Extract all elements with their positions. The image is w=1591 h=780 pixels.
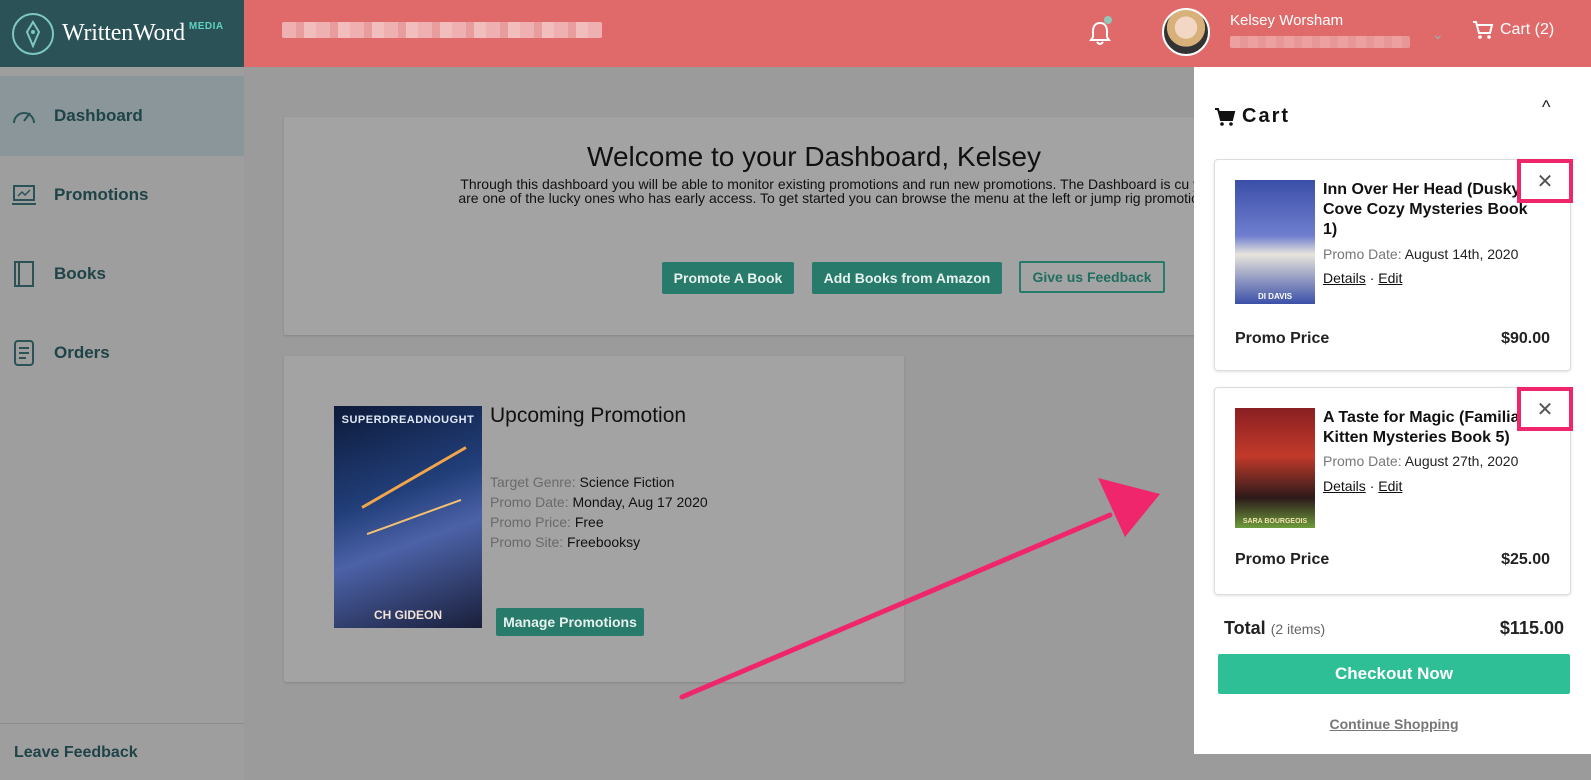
promo-site-value: Freebooksy [567,534,641,550]
cover-title: SUPERDREADNOUGHT [341,414,475,426]
remove-item-button[interactable]: ✕ [1517,387,1573,431]
total-amount: $115.00 [1499,618,1564,638]
speedometer-icon [10,102,38,130]
cart-item-title: Inn Over Her Head (Dusky Cove Cozy Myste… [1323,181,1528,238]
cart-item-links: Details · Edit [1323,270,1402,286]
book-icon [10,260,38,288]
cover-author: CH GIDEON [373,608,442,622]
cart-item-price: $25.00 [1501,551,1550,568]
page-title: Welcome to your Dashboard, Kelsey [587,141,1041,172]
cart-item-cover-author: SARA BOURGEOIS [1242,518,1308,525]
promo-date-value: Monday, Aug 17 2020 [572,494,708,510]
pen-nib-logo-icon [12,12,54,55]
top-bar: WrittenWord MEDIA Kelsey Worsham ⌄ Cart … [0,0,1591,67]
edit-link[interactable]: Edit [1378,270,1402,286]
promo-details: Target Genre: Science Fiction Promo Date… [490,472,708,552]
chevron-down-icon[interactable]: ⌄ [1432,26,1444,43]
close-icon: ✕ [1536,170,1554,193]
sidebar-item-label: Promotions [54,185,149,204]
chart-monitor-icon [10,181,38,209]
welcome-text: Through this dashboard you will be able … [458,176,1218,206]
brand-suffix: MEDIA [188,21,224,32]
avatar[interactable] [1162,8,1210,56]
cart-item-date-value: August 27th, 2020 [1404,453,1519,469]
welcome-card: Welcome to your Dashboard, Kelsey Throug… [284,117,1218,335]
brand-name: WrittenWord [62,20,185,46]
cart-link[interactable]: Cart (2) [1472,20,1554,40]
sidebar-item-books[interactable]: Books [0,234,244,314]
continue-shopping-link[interactable]: Continue Shopping [1218,716,1570,732]
cart-item-cover[interactable]: SARA BOURGEOIS [1235,408,1315,528]
manage-promotions-button[interactable]: Manage Promotions [496,608,644,636]
cart-link-label: Cart (2) [1500,21,1555,38]
cart-title: Cart [1242,105,1291,127]
close-icon: ✕ [1536,398,1554,421]
user-name[interactable]: Kelsey Worsham [1230,12,1343,29]
cart-item-date: Promo Date: August 14th, 2020 [1323,246,1518,262]
promo-title: Upcoming Promotion [490,404,687,427]
cart-item-price-label: Promo Price [1235,330,1330,347]
book-cover-image[interactable]: SUPERDREADNOUGHT CH GIDEON [334,406,482,628]
promo-date-label: Promo Date: [490,494,569,510]
leave-feedback-link[interactable]: Leave Feedback [0,723,244,780]
notification-dot [1104,16,1112,24]
cart-item-date-label: Promo Date: [1323,246,1402,262]
cart-item-price-label: Promo Price [1235,551,1330,568]
details-link[interactable]: Details [1323,478,1366,494]
cart-item-date-label: Promo Date: [1323,453,1402,469]
promote-book-button[interactable]: Promote A Book [662,262,794,294]
cart-header: Cart [1214,105,1290,128]
sidebar: Dashboard Promotions Books Orders Leave … [0,67,244,780]
cart-item: DI DAVIS Inn Over Her Head (Dusky Cove C… [1214,159,1573,371]
upcoming-promotion-card: SUPERDREADNOUGHT CH GIDEON Upcoming Prom… [284,356,904,682]
header-bar [244,0,1591,67]
sidebar-item-label: Dashboard [54,106,143,125]
promo-price-value: Free [574,514,604,530]
sidebar-item-dashboard[interactable]: Dashboard [0,76,244,156]
cart-item-title: A Taste for Magic (Familiar Kitten Myste… [1323,409,1526,446]
cart-item-price: $90.00 [1501,330,1550,347]
add-books-amazon-button[interactable]: Add Books from Amazon [812,262,1002,294]
checkout-button[interactable]: Checkout Now [1218,654,1570,694]
feedback-button[interactable]: Give us Feedback [1019,261,1165,293]
promo-price-label: Promo Price: [490,514,571,530]
redacted-email [1230,36,1410,48]
document-icon [10,339,38,367]
total-label: Total [1224,618,1266,638]
sidebar-item-label: Orders [54,343,110,362]
details-link[interactable]: Details [1323,270,1366,286]
link-separator: · [1369,478,1375,494]
promo-genre-label: Target Genre: [490,474,576,490]
cart-item-cover-author: DI DAVIS [1257,292,1293,301]
cart-panel: Cart ^ DI DAVIS Inn Over Her Head (Dusky… [1194,67,1591,754]
edit-link[interactable]: Edit [1378,478,1402,494]
sidebar-item-promotions[interactable]: Promotions [0,155,244,235]
redacted-text [282,22,602,38]
link-separator: · [1369,270,1375,286]
promo-site-label: Promo Site: [490,534,564,550]
cart-item-cover[interactable]: DI DAVIS [1235,180,1315,304]
cart-item-date-value: August 14th, 2020 [1404,246,1519,262]
cart-icon [1215,107,1236,126]
promo-genre-value: Science Fiction [579,474,675,490]
brand-logo[interactable]: WrittenWord MEDIA [0,0,244,67]
collapse-cart-button[interactable]: ^ [1542,97,1550,118]
cart-item-date: Promo Date: August 27th, 2020 [1323,453,1518,469]
sidebar-item-orders[interactable]: Orders [0,313,244,393]
remove-item-button[interactable]: ✕ [1517,159,1573,203]
total-label-group: Total (2 items) [1224,618,1325,639]
total-item-count: (2 items) [1270,621,1326,637]
cart-item: SARA BOURGEOIS A Taste for Magic (Famili… [1214,387,1573,595]
sidebar-item-label: Books [54,264,106,283]
cart-item-links: Details · Edit [1323,478,1402,494]
cart-icon [1473,21,1494,39]
cart-total: Total (2 items) $115.00 [1224,618,1564,639]
